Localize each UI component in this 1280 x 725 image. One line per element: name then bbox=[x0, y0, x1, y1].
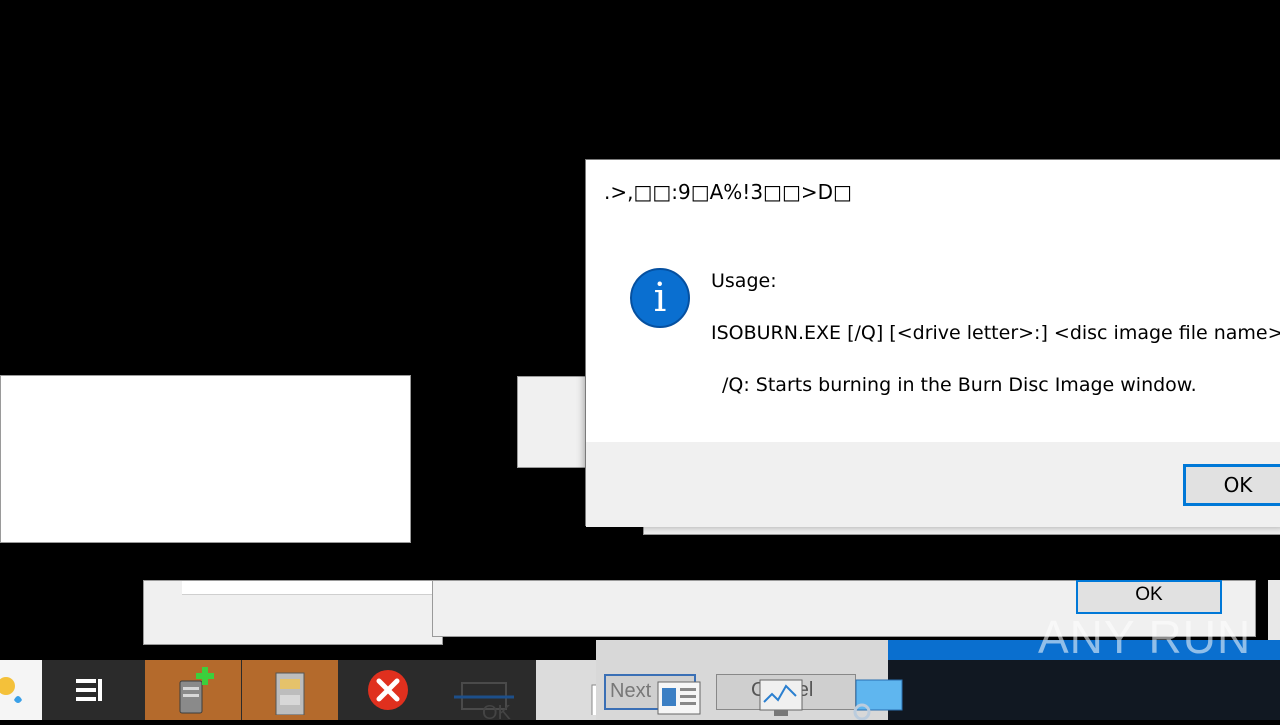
usage-label: Usage: bbox=[711, 270, 777, 292]
taskbar-file-cabinet[interactable] bbox=[242, 660, 338, 720]
taskbar-right-area bbox=[888, 660, 1280, 720]
weather-icon bbox=[0, 677, 22, 703]
server-add-icon bbox=[179, 667, 214, 714]
protected-text: All protected c bbox=[0, 600, 127, 622]
watermark: ANY RUN bbox=[1038, 611, 1252, 663]
document-icon bbox=[657, 681, 701, 715]
option-description: /Q: Starts burning in the Burn Disc Imag… bbox=[722, 374, 1197, 396]
task-view-icon bbox=[76, 679, 102, 701]
background-window-white bbox=[0, 375, 411, 543]
search-monitor-icon bbox=[853, 679, 903, 720]
taskbar-error-app[interactable] bbox=[340, 660, 436, 720]
taskbar-weather-button[interactable] bbox=[0, 660, 42, 720]
error-icon bbox=[368, 670, 408, 710]
taskbar-server-manager[interactable] bbox=[145, 660, 241, 720]
next-label: Next bbox=[610, 680, 652, 702]
right-edge-panel bbox=[1268, 580, 1280, 640]
background-ok-button[interactable]: OK bbox=[1076, 580, 1222, 614]
background-ok-ghost: OK bbox=[482, 702, 511, 724]
taskbar-task-view[interactable] bbox=[42, 660, 138, 720]
taskbar-search-monitor[interactable] bbox=[848, 660, 908, 720]
info-icon: i bbox=[630, 268, 690, 328]
dialog-title: .>,□□:9□A%!3□□>D□ bbox=[604, 180, 852, 204]
background-wizard-buttons: Next Cancel bbox=[596, 640, 888, 720]
taskbar-keyboard-app[interactable]: OK bbox=[436, 660, 532, 724]
file-cabinet-icon bbox=[275, 672, 305, 715]
usage-dialog: .>,□□:9□A%!3□□>D□ i Usage: ISOBURN.EXE [… bbox=[585, 159, 1280, 527]
ok-button[interactable]: OK bbox=[1183, 464, 1280, 506]
background-window-lower-left bbox=[143, 580, 443, 645]
dialog-footer: OK bbox=[586, 442, 1280, 527]
performance-monitor-icon bbox=[759, 679, 803, 716]
command-line-text: ISOBURN.EXE [/Q] [<drive letter>:] <disc… bbox=[711, 322, 1280, 344]
